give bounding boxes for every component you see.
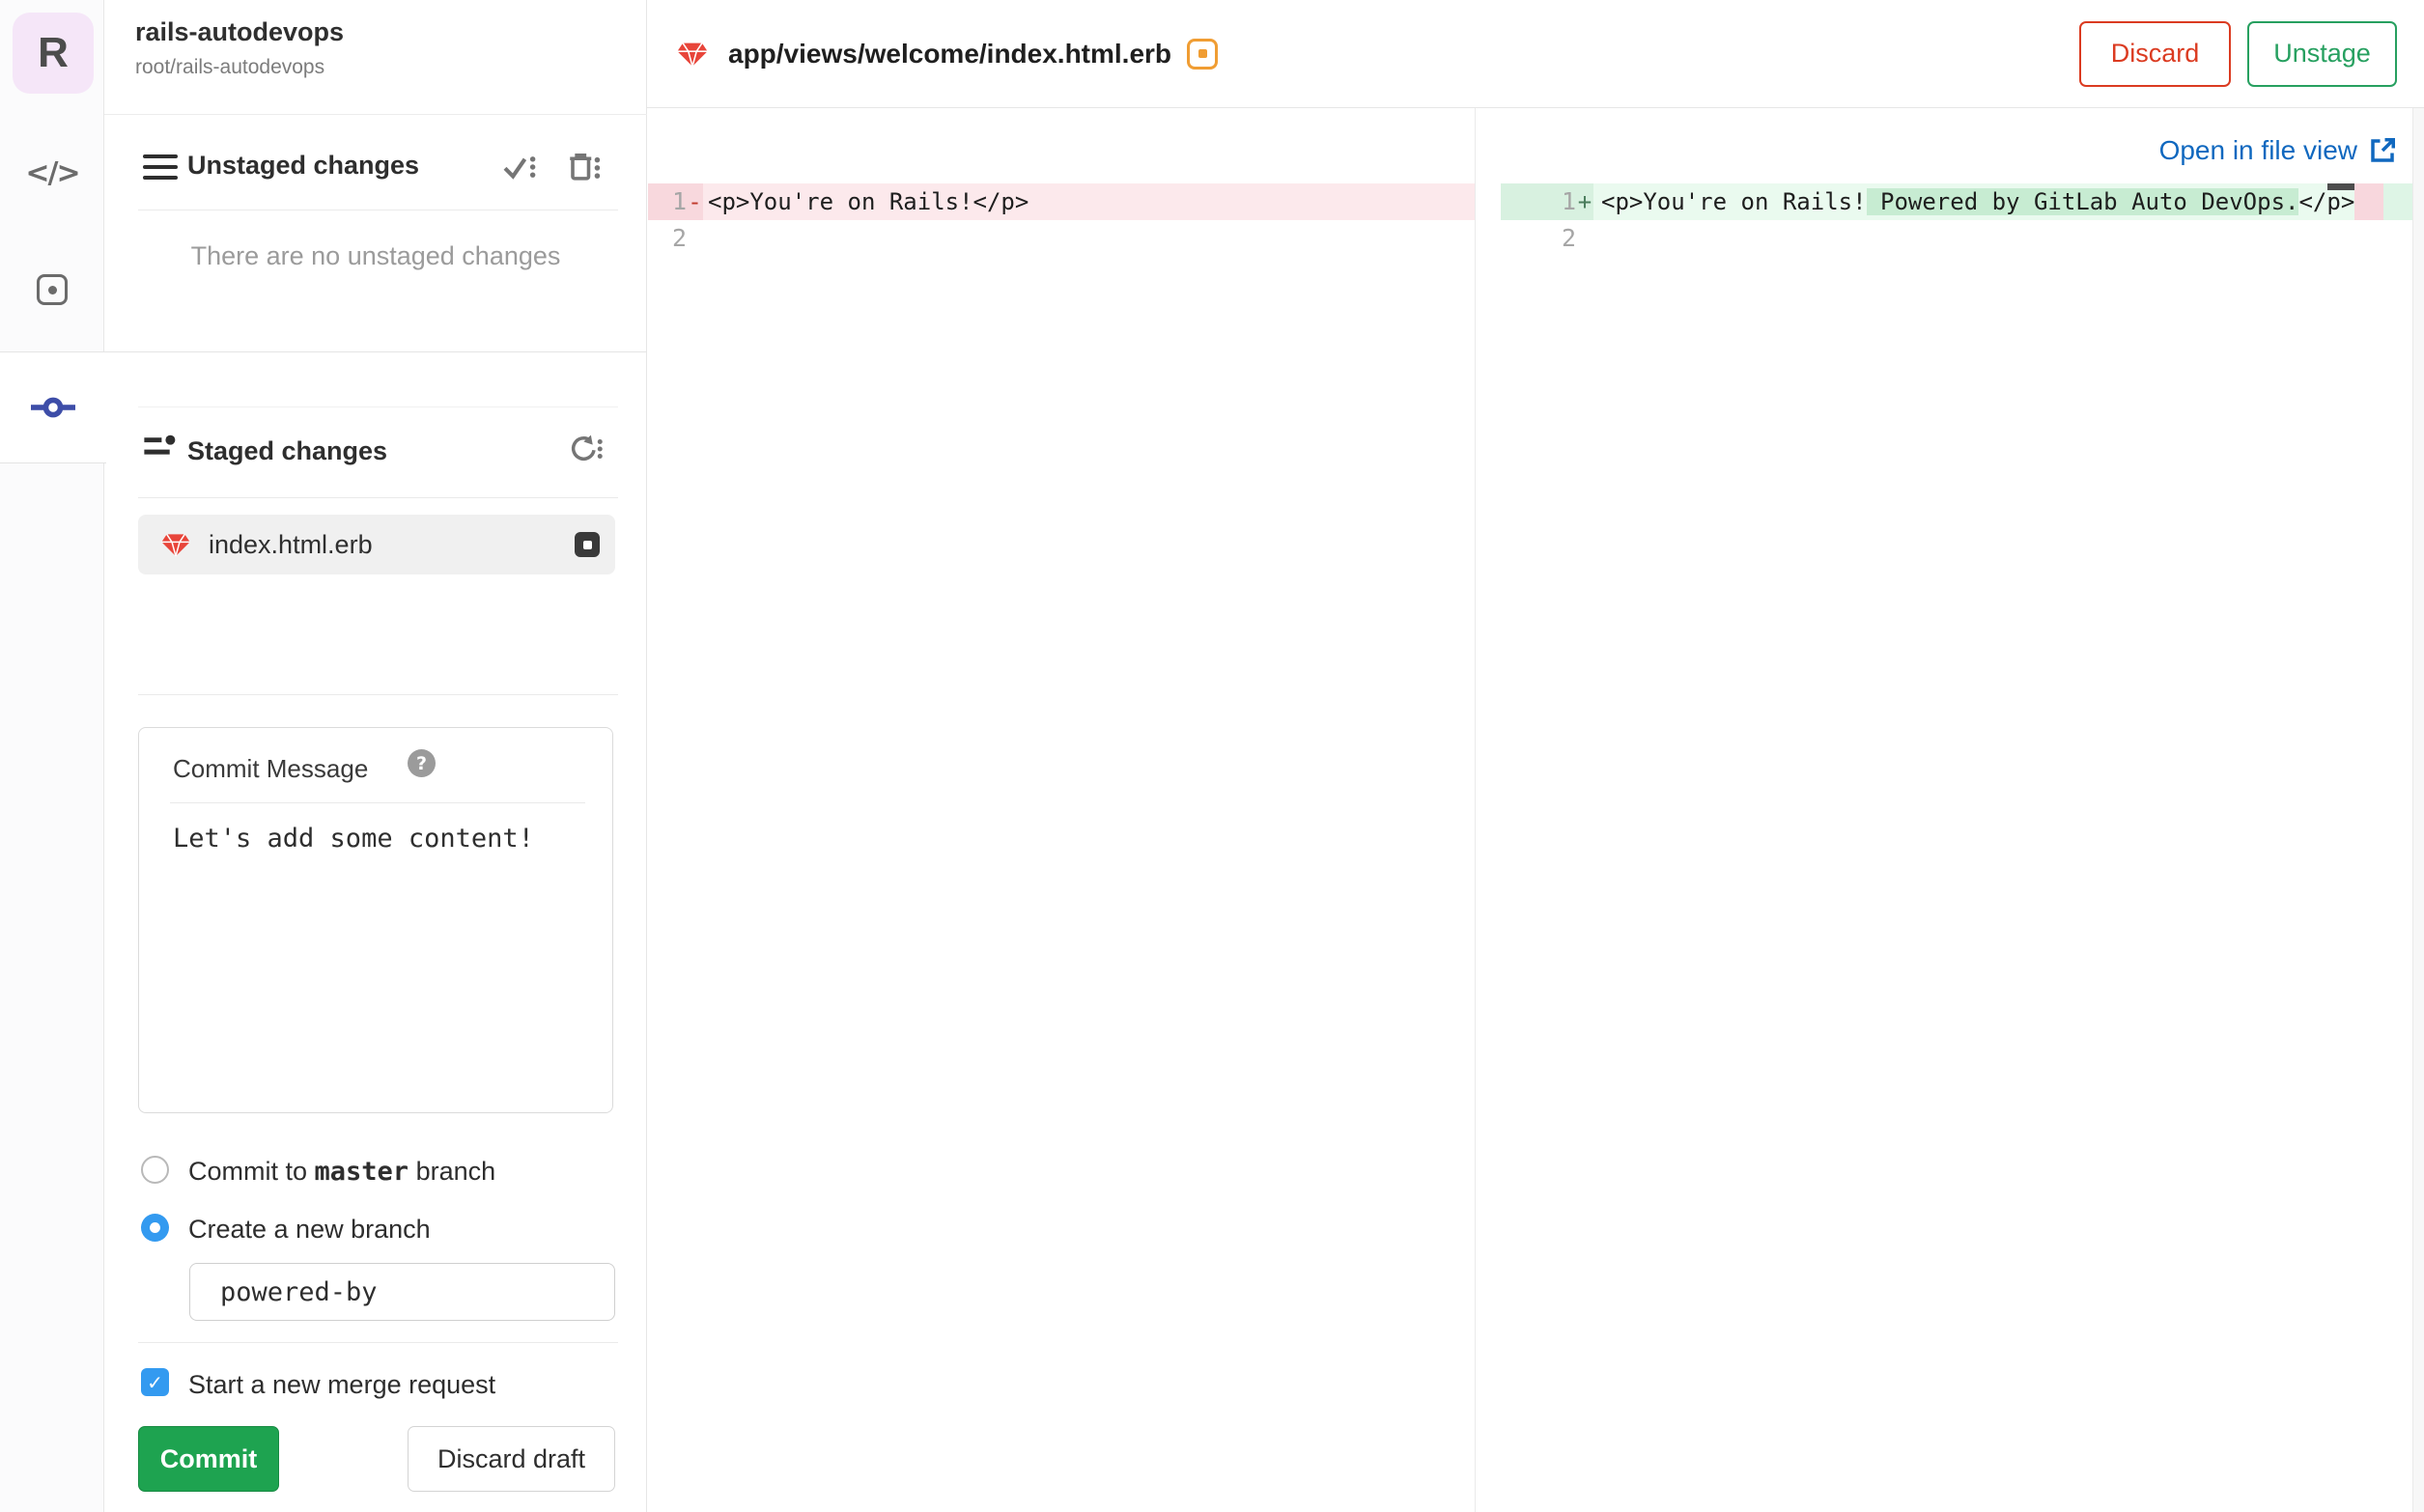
divider bbox=[138, 1342, 618, 1343]
staged-file-name: index.html.erb bbox=[209, 529, 373, 559]
commit-message-input[interactable]: Let's add some content! bbox=[173, 824, 534, 854]
gitlab-web-ide: R </> rails-autodevops root/rails-autode… bbox=[0, 0, 2424, 1512]
pane-divider[interactable] bbox=[1475, 108, 1476, 1512]
line-number: 2 bbox=[671, 224, 687, 252]
minimap-slider bbox=[2327, 183, 2354, 190]
sign bbox=[1576, 220, 1593, 257]
radio-commit-to-master[interactable] bbox=[141, 1156, 169, 1184]
radio-create-new-branch-label[interactable]: Create a new branch bbox=[188, 1215, 431, 1245]
label-text: branch bbox=[409, 1157, 496, 1186]
undo-dots-icon bbox=[571, 434, 603, 461]
modified-badge-icon bbox=[575, 532, 600, 557]
added-sign: + bbox=[1576, 183, 1593, 220]
unstaged-section-title: Unstaged changes bbox=[187, 151, 420, 180]
stage-all-button[interactable] bbox=[502, 153, 537, 182]
branch-name: master bbox=[314, 1157, 409, 1187]
staged-file-row[interactable]: index.html.erb bbox=[138, 515, 615, 574]
discard-all-button[interactable] bbox=[566, 151, 601, 182]
review-icon bbox=[37, 274, 68, 305]
diff-right-row-2: 2 bbox=[1501, 220, 2412, 257]
divider bbox=[138, 497, 618, 498]
added-text: Powered by GitLab Auto DevOps. bbox=[1866, 188, 2299, 215]
unstage-button[interactable]: Unstage bbox=[2247, 20, 2397, 87]
modified-badge-orange-icon bbox=[1187, 38, 1219, 70]
link-text: Open in file view bbox=[2158, 135, 2357, 165]
ruby-file-icon bbox=[677, 42, 708, 67]
commit-message-card: Commit Message ? Let's add some content! bbox=[138, 727, 613, 1113]
line-number: 1 bbox=[648, 183, 687, 220]
start-merge-request-label[interactable]: Start a new merge request bbox=[188, 1370, 495, 1400]
sign bbox=[687, 220, 703, 257]
project-name[interactable]: rails-autodevops bbox=[135, 17, 344, 47]
diff-right-row-1: 1 + <p>You're on Rails! Powered by GitLa… bbox=[1501, 183, 2412, 220]
rail-item-commit[interactable] bbox=[0, 352, 106, 463]
activity-rail bbox=[0, 0, 104, 1512]
line-number: 2 bbox=[1561, 224, 1576, 252]
code-text: </p> bbox=[2298, 188, 2355, 215]
divider bbox=[104, 114, 647, 115]
code-line[interactable] bbox=[703, 220, 1475, 257]
project-path: root/rails-autodevops bbox=[135, 56, 325, 78]
hamburger-icon[interactable] bbox=[143, 154, 178, 180]
divider bbox=[138, 694, 618, 695]
discard-button[interactable]: Discard bbox=[2079, 20, 2231, 87]
diff-left-row-2: 2 bbox=[648, 220, 1475, 257]
project-avatar: R bbox=[13, 13, 94, 94]
ruby-file-icon bbox=[161, 533, 190, 557]
start-merge-request-checkbox[interactable]: ✓ bbox=[141, 1368, 169, 1396]
check-dots-icon bbox=[503, 156, 536, 180]
check-icon: ✓ bbox=[147, 1370, 163, 1394]
removed-code-line[interactable]: <p>You're on Rails!</p> bbox=[703, 183, 1475, 220]
radio-commit-to-master-label[interactable]: Commit to master branch bbox=[188, 1157, 495, 1187]
overview-removed-marker bbox=[2354, 183, 2383, 220]
code-text: <p>You're on Rails! bbox=[1601, 188, 1867, 215]
open-in-file-view-link[interactable]: Open in file view bbox=[2159, 135, 2397, 166]
divider bbox=[170, 802, 585, 803]
commit-panel: rails-autodevops root/rails-autodevops U… bbox=[104, 0, 647, 1512]
editor-header: app/views/welcome/index.html.erb Discard… bbox=[647, 0, 2424, 108]
external-link-icon bbox=[2371, 138, 2395, 162]
radio-create-new-branch[interactable] bbox=[141, 1214, 169, 1242]
open-file-path: app/views/welcome/index.html.erb bbox=[728, 38, 1172, 69]
line-number: 1 bbox=[1501, 183, 1576, 220]
commit-icon bbox=[31, 397, 75, 418]
staged-section-title: Staged changes bbox=[187, 436, 388, 465]
discard-draft-button[interactable]: Discard draft bbox=[408, 1426, 615, 1492]
rail-item-edit[interactable]: </> bbox=[0, 156, 104, 190]
label-text: Commit to bbox=[188, 1157, 315, 1186]
commit-message-label: Commit Message bbox=[173, 754, 369, 783]
removed-sign: - bbox=[687, 183, 703, 220]
divider bbox=[138, 406, 618, 407]
commit-button[interactable]: Commit bbox=[138, 1426, 279, 1492]
rail-item-review[interactable] bbox=[0, 274, 104, 305]
code-line[interactable] bbox=[1593, 220, 2412, 257]
unstage-all-button[interactable] bbox=[566, 434, 603, 463]
unstaged-empty-message: There are no unstaged changes bbox=[190, 241, 561, 270]
staged-list-icon bbox=[143, 434, 178, 462]
diff-left-row-1: 1 - <p>You're on Rails!</p> bbox=[648, 183, 1475, 220]
code-icon: </> bbox=[25, 156, 80, 190]
trash-dots-icon bbox=[570, 154, 601, 181]
overview-added-marker bbox=[2383, 183, 2412, 220]
scrollbar-track[interactable] bbox=[2412, 108, 2424, 1512]
branch-name-input[interactable] bbox=[189, 1263, 615, 1321]
added-code-line[interactable]: <p>You're on Rails! Powered by GitLab Au… bbox=[1593, 183, 2412, 220]
help-icon[interactable]: ? bbox=[408, 749, 436, 777]
